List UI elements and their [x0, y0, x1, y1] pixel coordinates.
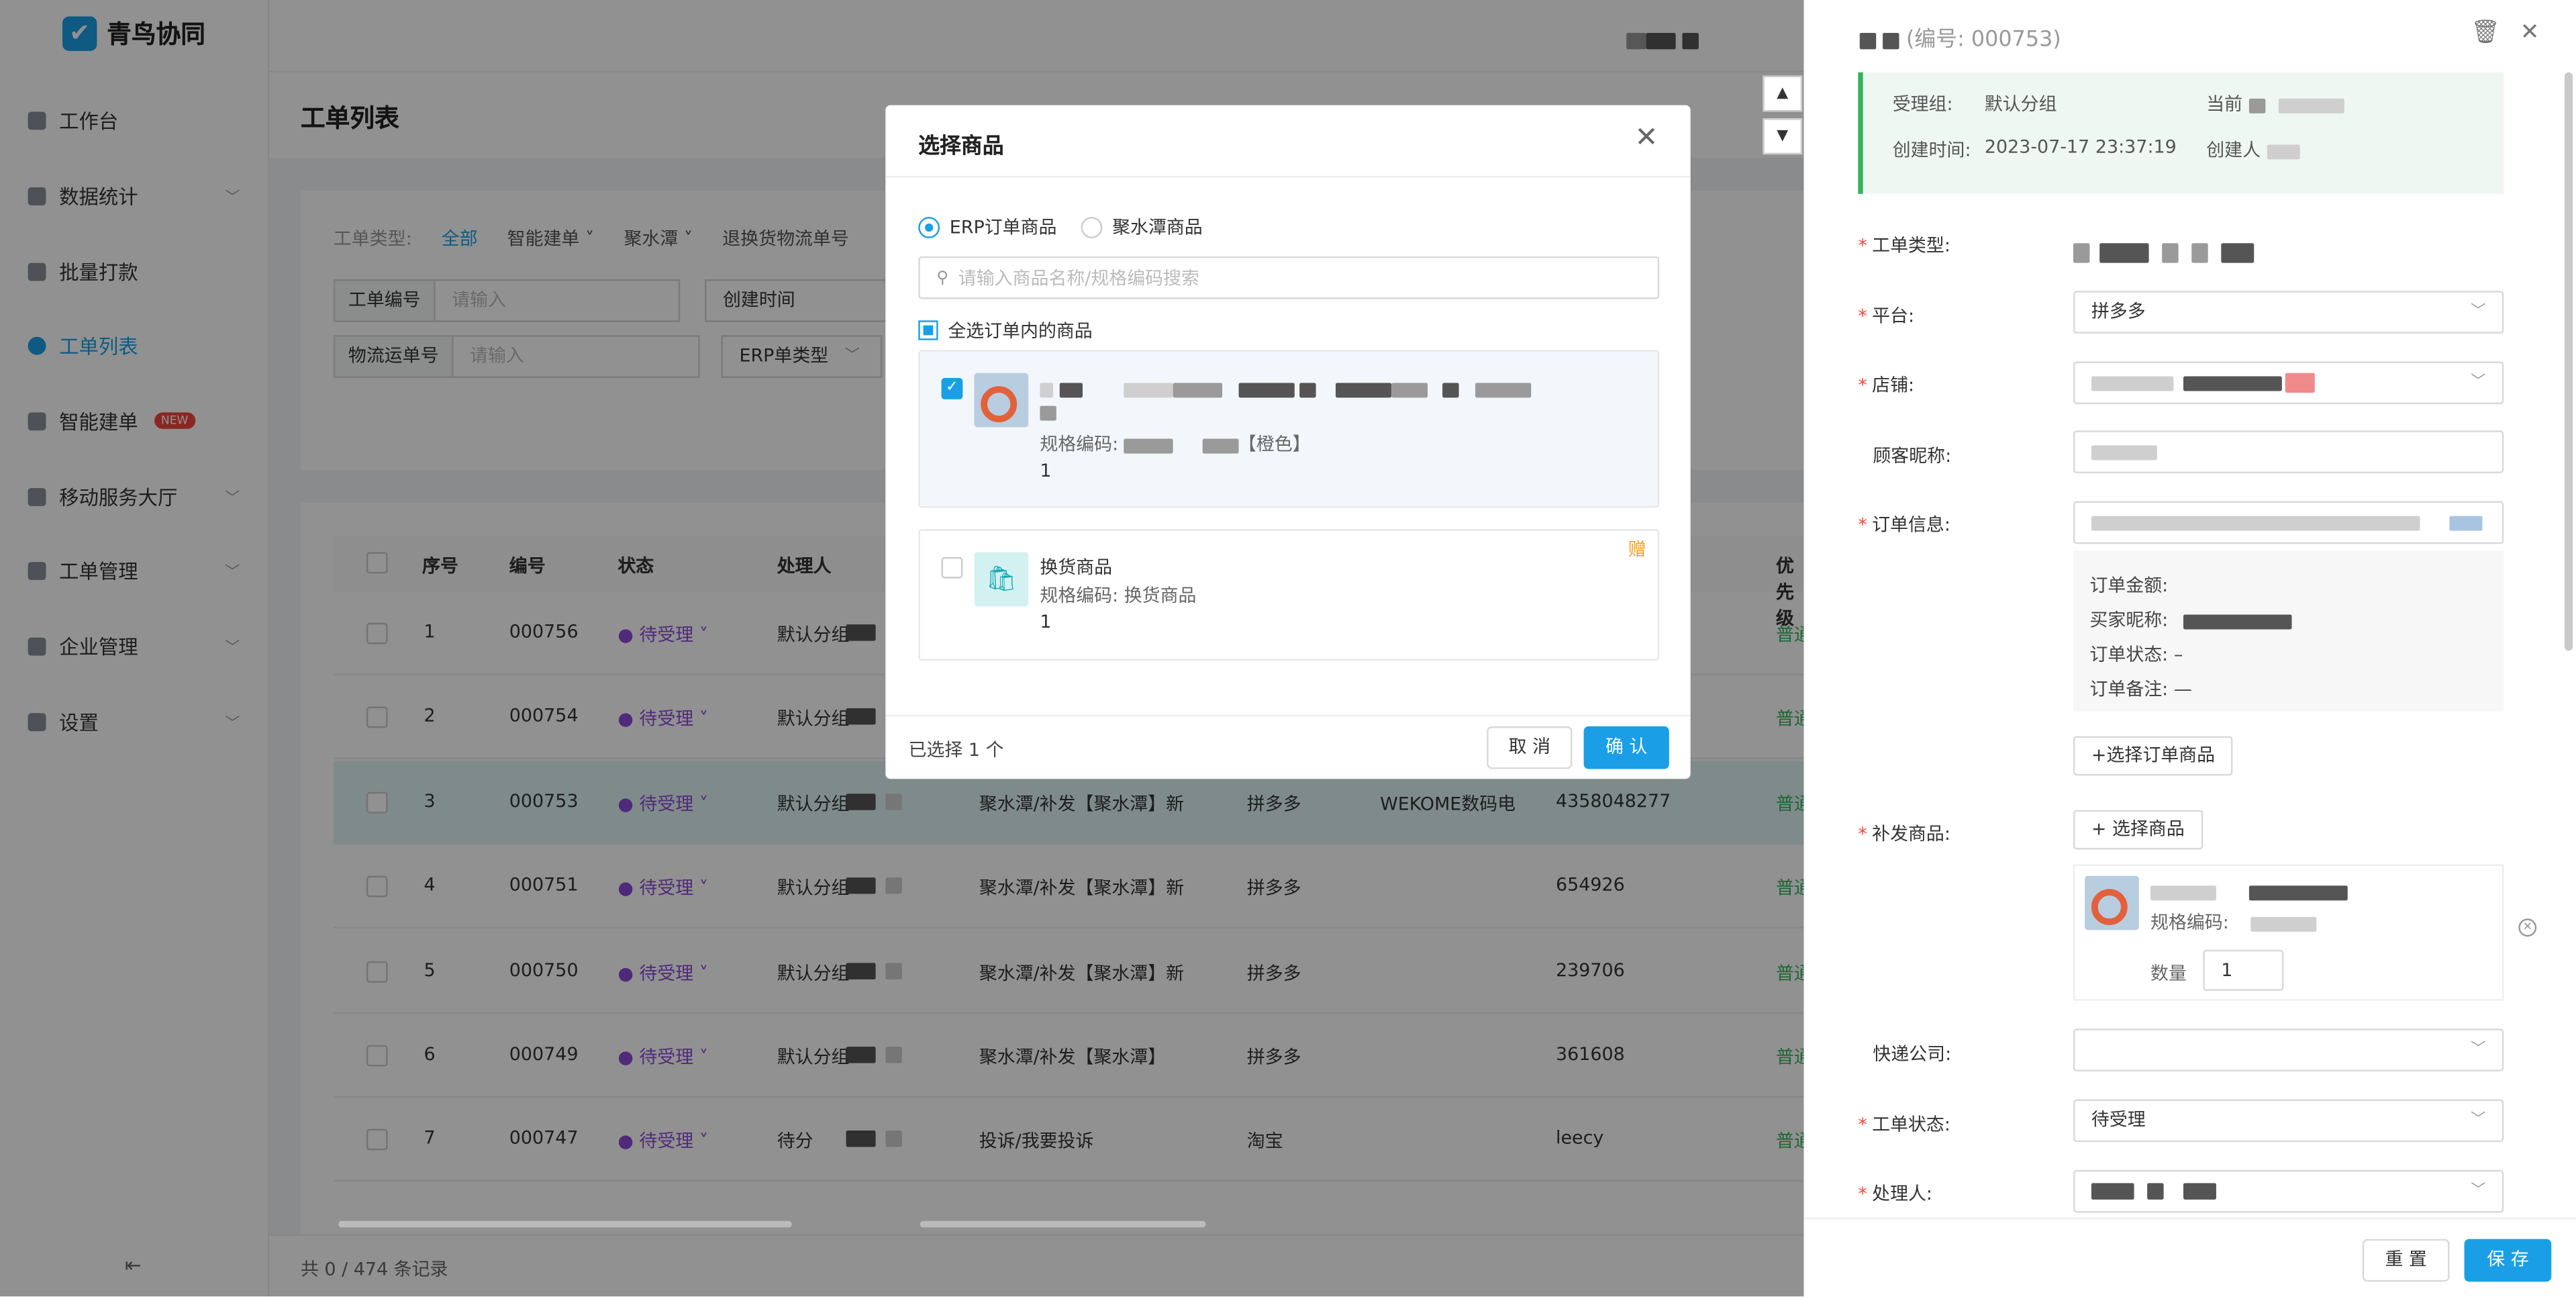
h-scrollbar-2[interactable]: [920, 1220, 1206, 1228]
panel-title: (编号: 000753): [1859, 21, 2061, 53]
express-select[interactable]: ﹀: [2073, 1028, 2504, 1071]
reissue-label: * 补发商品:: [1858, 823, 1950, 845]
chevron-down-icon: ﹀: [2471, 1183, 2486, 1200]
search-icon: ⚲: [936, 269, 949, 287]
select-order-goods-button[interactable]: +选择订单商品: [2073, 736, 2233, 776]
panel-scrollbar[interactable]: [2564, 72, 2573, 651]
radio-on-icon: [918, 215, 940, 238]
type-label: * 工单类型:: [1858, 235, 1950, 256]
goods-card-2[interactable]: 🛍 换货商品 规格编码: 换货商品 1 赠: [918, 529, 1660, 661]
select-all-goods[interactable]: 全选订单内的商品: [918, 317, 1093, 343]
qty-input[interactable]: 1: [2203, 949, 2284, 991]
dialog-title: 选择商品: [918, 134, 1004, 160]
radio-off-icon: [1081, 215, 1103, 238]
order-info-label: * 订单信息:: [1858, 514, 1950, 536]
selected-count: 已选择 1 个: [908, 739, 1004, 761]
gift-tag: 赠: [1628, 538, 1646, 561]
group-value: 默认分组: [1984, 93, 2057, 115]
ticket-info-box: 受理组: 默认分组 当前 创建时间: 2023-07-17 23:37:19 创…: [1858, 72, 2504, 194]
shop-label: * 店铺:: [1858, 375, 1915, 396]
group-label: 受理组:: [1892, 93, 1953, 115]
goods-card-1[interactable]: ✓ 规格编码: 【橙色】 1: [918, 350, 1660, 508]
scroll-down-button[interactable]: ▼: [1763, 118, 1803, 155]
lifebuoy-image-icon: [2091, 889, 2128, 926]
created-label: 创建时间:: [1892, 140, 1971, 161]
order-status-label: 订单状态: –: [2089, 644, 2183, 666]
product-name-blurred: [1040, 378, 1531, 399]
chevron-down-icon: ﹀: [2471, 303, 2486, 321]
status-select[interactable]: 待受理 ﹀: [2073, 1099, 2504, 1143]
goods-checkbox-checked[interactable]: ✓: [941, 377, 963, 399]
product-qty: 1: [1040, 460, 1052, 482]
close-icon[interactable]: ✕: [2520, 19, 2540, 46]
qty-label: 数量: [2150, 963, 2187, 985]
handler-label: * 处理人:: [1858, 1183, 1933, 1205]
nickname-input[interactable]: [2073, 430, 2504, 473]
reissue-product-spec: 规格编码:: [2150, 909, 2317, 935]
panel-footer: 重 置 保 存: [1803, 1217, 2576, 1297]
h-scrollbar[interactable]: [338, 1220, 792, 1228]
lifebuoy-image-icon: [981, 386, 1018, 423]
goods-search-input[interactable]: ⚲ 请输入商品名称/规格编码搜索: [918, 256, 1660, 299]
express-label: 快递公司:: [1873, 1043, 1952, 1065]
shop-select[interactable]: ﹀: [2073, 361, 2504, 405]
status-label: * 工单状态:: [1858, 1114, 1950, 1136]
exchange-goods-name: 换货商品: [1040, 557, 1113, 579]
type-value-blurred: [2073, 235, 2255, 267]
indeterminate-checkbox-icon: [918, 320, 938, 340]
product-thumbnail: [2085, 875, 2139, 930]
order-info-panel: 订单金额: 买家昵称: 订单状态: – 订单备注: —: [2073, 550, 2504, 712]
platform-select[interactable]: 拼多多 ﹀: [2073, 291, 2504, 334]
product-name-line2: [1040, 401, 1056, 422]
reissue-goods-card: 规格编码: 数量 1: [2073, 864, 2504, 1001]
created-value: 2023-07-17 23:37:19: [1984, 136, 2177, 158]
cancel-button[interactable]: 取 消: [1487, 726, 1573, 769]
reset-button[interactable]: 重 置: [2362, 1239, 2450, 1282]
goods-checkbox[interactable]: [941, 557, 963, 579]
order-remark-label: 订单备注: —: [2089, 678, 2192, 700]
radio-erp-goods[interactable]: ERP订单商品: [918, 213, 1056, 240]
reissue-product-name: [2150, 881, 2348, 902]
creator-label: 创建人: [2206, 136, 2299, 162]
confirm-button[interactable]: 确 认: [1583, 726, 1669, 769]
divider: [885, 714, 1691, 717]
close-icon[interactable]: ✕: [1634, 122, 1658, 154]
shopping-bag-icon: 🛍: [974, 552, 1029, 607]
select-goods-button[interactable]: + 选择商品: [2073, 810, 2203, 850]
nickname-label: 顾客昵称:: [1873, 445, 1952, 467]
remove-goods-icon[interactable]: ✕: [2518, 918, 2537, 937]
chevron-down-icon: ﹀: [2471, 1112, 2486, 1129]
chevron-down-icon: ﹀: [2471, 1041, 2486, 1059]
platform-label: * 平台:: [1858, 305, 1915, 328]
radio-jst-goods[interactable]: 聚水潭商品: [1081, 213, 1203, 240]
trash-icon[interactable]: 🗑: [2471, 19, 2500, 46]
product-spec: 规格编码: 【橙色】: [1040, 434, 1311, 456]
exchange-goods-qty: 1: [1040, 611, 1052, 633]
handler-select[interactable]: ﹀: [2073, 1169, 2504, 1213]
order-amount-label: 订单金额:: [2089, 575, 2169, 597]
scroll-up-button[interactable]: ▲: [1763, 75, 1803, 112]
divider: [885, 175, 1691, 178]
product-thumbnail: [974, 373, 1029, 428]
exchange-goods-spec: 规格编码: 换货商品: [1040, 585, 1197, 607]
buyer-nick-label: 买家昵称:: [2089, 606, 2293, 632]
order-info-input[interactable]: [2073, 501, 2504, 544]
current-label: 当前: [2206, 91, 2344, 117]
save-button[interactable]: 保 存: [2464, 1239, 2552, 1282]
select-goods-dialog: 选择商品 ✕ ERP订单商品 聚水潭商品 ⚲ 请输入商品名称/规格编码搜索 全选…: [885, 105, 1691, 779]
chevron-down-icon: ﹀: [2471, 375, 2486, 391]
ticket-detail-panel: (编号: 000753) 🗑 ✕ 受理组: 默认分组 当前 创建时间: 2023…: [1803, 0, 2576, 1297]
